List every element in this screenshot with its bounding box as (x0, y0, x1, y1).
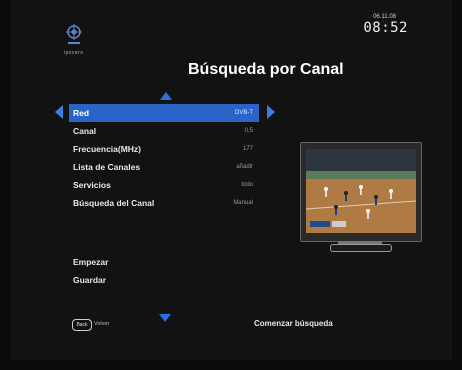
scroll-up-arrow-icon[interactable] (160, 92, 172, 100)
scroll-down-arrow-icon[interactable] (159, 314, 171, 322)
menu-item-busqueda-del-canal[interactable]: Búsqueda del Canal Manual (69, 194, 259, 212)
menu-item-value: DVB-T (235, 110, 253, 116)
action-list: Empezar Guardar (73, 253, 108, 289)
menu-item-red[interactable]: Red DVB-T (69, 104, 259, 122)
start-button[interactable]: Empezar (73, 253, 108, 271)
menu-item-label: Frecuencia(MHz) (73, 144, 142, 154)
footer-hint: Comenzar búsqueda (254, 319, 333, 328)
menu-item-value: 0.5 (244, 128, 253, 134)
live-preview-image (306, 149, 416, 233)
menu-item-value: añadir (236, 164, 253, 170)
menu-item-label: Canal (73, 126, 97, 136)
page-title: Búsqueda por Canal (188, 61, 344, 78)
save-button[interactable]: Guardar (73, 271, 108, 289)
clock-display: 08:52 (363, 20, 408, 36)
menu-item-frecuencia[interactable]: Frecuencia(MHz) 177 (69, 140, 259, 158)
menu-item-servicios[interactable]: Servicios todo (69, 176, 259, 194)
back-label: Volver (94, 321, 110, 327)
menu-item-value: Manual (233, 200, 253, 206)
settings-menu: Red DVB-T Canal 0.5 Frecuencia(MHz) 177 … (69, 104, 259, 212)
tv-base (330, 244, 392, 252)
channel-logo-icon (66, 22, 82, 52)
menu-item-label: Lista de Canales (73, 162, 141, 172)
value-right-arrow-icon[interactable] (267, 105, 275, 119)
tv-menu-screen: ipsvers 06.11.08 08:52 Búsqueda por Cana… (10, 0, 452, 360)
value-left-arrow-icon[interactable] (55, 105, 63, 119)
menu-item-value: todo (241, 182, 253, 188)
back-key-button[interactable]: Back (72, 319, 92, 331)
menu-item-lista-de-canales[interactable]: Lista de Canales añadir (69, 158, 259, 176)
tv-frame (300, 142, 422, 242)
menu-item-label: Servicios (73, 180, 111, 190)
logo-text: ipsvers (64, 50, 84, 56)
tv-preview (300, 142, 422, 262)
menu-item-canal[interactable]: Canal 0.5 (69, 122, 259, 140)
menu-item-label: Búsqueda del Canal (73, 198, 155, 208)
menu-item-value: 177 (242, 146, 253, 152)
menu-item-label: Red (73, 108, 90, 118)
